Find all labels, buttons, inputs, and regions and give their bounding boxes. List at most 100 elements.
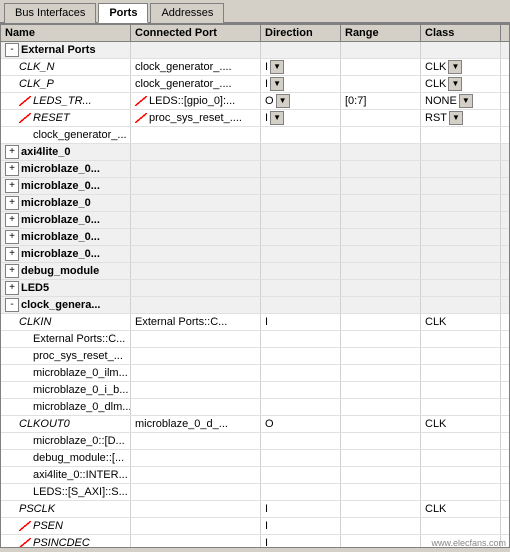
direction-value: I (265, 503, 268, 515)
cell-name: +microblaze_0... (1, 161, 131, 177)
cell-direction (261, 195, 341, 211)
tab-ports[interactable]: Ports (98, 3, 148, 23)
connected-value: proc_sys_reset_.... (149, 112, 242, 124)
group-label: microblaze_0... (21, 180, 100, 192)
cell-connected (131, 467, 261, 483)
table-row[interactable]: +microblaze_0... (1, 212, 509, 229)
table-row[interactable]: microblaze_0_i_b... (1, 382, 509, 399)
data-label: debug_module::[... (33, 452, 124, 464)
cell-class (421, 161, 501, 177)
expand-icon[interactable]: + (5, 196, 19, 210)
table-row[interactable]: LEDS_TR...LEDS::[gpio_0]:...O▼[0:7]NONE▼ (1, 93, 509, 110)
cell-direction (261, 178, 341, 194)
table-row[interactable]: CLKOUT0microblaze_0_d_...OCLK (1, 416, 509, 433)
cell-connected (131, 280, 261, 296)
table-row[interactable]: CLK_Nclock_generator_....I▼CLK▼ (1, 59, 509, 76)
expand-icon[interactable]: + (5, 230, 19, 244)
cell-connected (131, 178, 261, 194)
expand-icon[interactable]: + (5, 247, 19, 261)
expand-icon[interactable]: + (5, 162, 19, 176)
class-dropdown[interactable]: ▼ (448, 77, 462, 91)
table-row[interactable]: microblaze_0_ilm... (1, 365, 509, 382)
expand-icon[interactable]: + (5, 213, 19, 227)
col-header-class: Class (421, 25, 501, 41)
cell-connected: External Ports::C... (131, 314, 261, 330)
group-label: microblaze_0 (21, 197, 91, 209)
cell-range (341, 246, 421, 262)
cell-connected (131, 450, 261, 466)
direction-dropdown[interactable]: ▼ (270, 111, 284, 125)
table-row[interactable]: axi4lite_0::INTER... (1, 467, 509, 484)
expand-icon[interactable]: + (5, 179, 19, 193)
cell-class: CLK▼ (421, 59, 501, 75)
connected-value: clock_generator_.... (135, 78, 232, 90)
class-dropdown[interactable]: ▼ (448, 60, 462, 74)
cell-direction (261, 229, 341, 245)
cell-class (421, 467, 501, 483)
cell-range (341, 518, 421, 534)
column-header-row: Name Connected Port Direction Range Clas… (1, 25, 509, 42)
class-value: CLK (425, 503, 446, 515)
direction-dropdown[interactable]: ▼ (270, 60, 284, 74)
tab-addresses[interactable]: Addresses (150, 3, 224, 23)
expand-icon[interactable]: + (5, 281, 19, 295)
table-body: -External PortsCLK_Nclock_generator_....… (1, 42, 509, 548)
group-label: microblaze_0... (21, 163, 100, 175)
expand-icon[interactable]: + (5, 264, 19, 278)
table-row[interactable]: clock_generator_... (1, 127, 509, 144)
table-row[interactable]: External Ports::C... (1, 331, 509, 348)
class-dropdown[interactable]: ▼ (459, 94, 473, 108)
table-row[interactable]: RESETproc_sys_reset_....I▼RST▼ (1, 110, 509, 127)
table-row[interactable]: +microblaze_0 (1, 195, 509, 212)
class-value: NONE (425, 95, 457, 107)
tab-bus-interfaces[interactable]: Bus Interfaces (4, 3, 96, 23)
group-label: debug_module (21, 265, 99, 277)
data-label: CLKIN (19, 316, 51, 328)
table-row[interactable]: proc_sys_reset_... (1, 348, 509, 365)
table-row[interactable]: LEDS::[S_AXI]::S... (1, 484, 509, 501)
table-row[interactable]: -clock_genera... (1, 297, 509, 314)
cell-class (421, 144, 501, 160)
cell-direction: I▼ (261, 110, 341, 126)
cell-connected (131, 127, 261, 143)
table-row[interactable]: debug_module::[... (1, 450, 509, 467)
table-row[interactable]: +axi4lite_0 (1, 144, 509, 161)
direction-dropdown[interactable]: ▼ (270, 77, 284, 91)
table-row[interactable]: +microblaze_0... (1, 161, 509, 178)
expand-icon[interactable]: + (5, 145, 19, 159)
table-row[interactable]: +debug_module (1, 263, 509, 280)
direction-dropdown[interactable]: ▼ (276, 94, 290, 108)
class-value: CLK (425, 78, 446, 90)
cell-connected: clock_generator_.... (131, 59, 261, 75)
cell-direction (261, 42, 341, 58)
cell-range (341, 331, 421, 347)
cell-range (341, 450, 421, 466)
table-row[interactable]: +LED5 (1, 280, 509, 297)
table-row[interactable]: microblaze_0::[D... (1, 433, 509, 450)
cell-direction (261, 263, 341, 279)
cell-connected (131, 246, 261, 262)
table-row[interactable]: PSCLKICLK (1, 501, 509, 518)
table-row[interactable]: PSENI (1, 518, 509, 535)
table-row[interactable]: CLK_Pclock_generator_....I▼CLK▼ (1, 76, 509, 93)
table-row[interactable]: +microblaze_0... (1, 229, 509, 246)
table-row[interactable]: microblaze_0_dlm... (1, 399, 509, 416)
cell-name: +axi4lite_0 (1, 144, 131, 160)
table-row[interactable]: -External Ports (1, 42, 509, 59)
expand-icon[interactable]: - (5, 298, 19, 312)
data-label: clock_generator_... (33, 129, 127, 141)
cell-range (341, 195, 421, 211)
cell-connected (131, 144, 261, 160)
table-row[interactable]: +microblaze_0... (1, 178, 509, 195)
cell-range (341, 127, 421, 143)
data-label: microblaze_0::[D... (33, 435, 125, 447)
cell-range (341, 59, 421, 75)
class-value: CLK (425, 418, 446, 430)
class-dropdown[interactable]: ▼ (449, 111, 463, 125)
cell-connected: LEDS::[gpio_0]:... (131, 93, 261, 109)
table-row[interactable]: CLKINExternal Ports::C...ICLK (1, 314, 509, 331)
expand-icon[interactable]: - (5, 43, 19, 57)
table-row[interactable]: +microblaze_0... (1, 246, 509, 263)
table-container: Name Connected Port Direction Range Clas… (0, 24, 510, 548)
red-line-icon (19, 521, 31, 531)
